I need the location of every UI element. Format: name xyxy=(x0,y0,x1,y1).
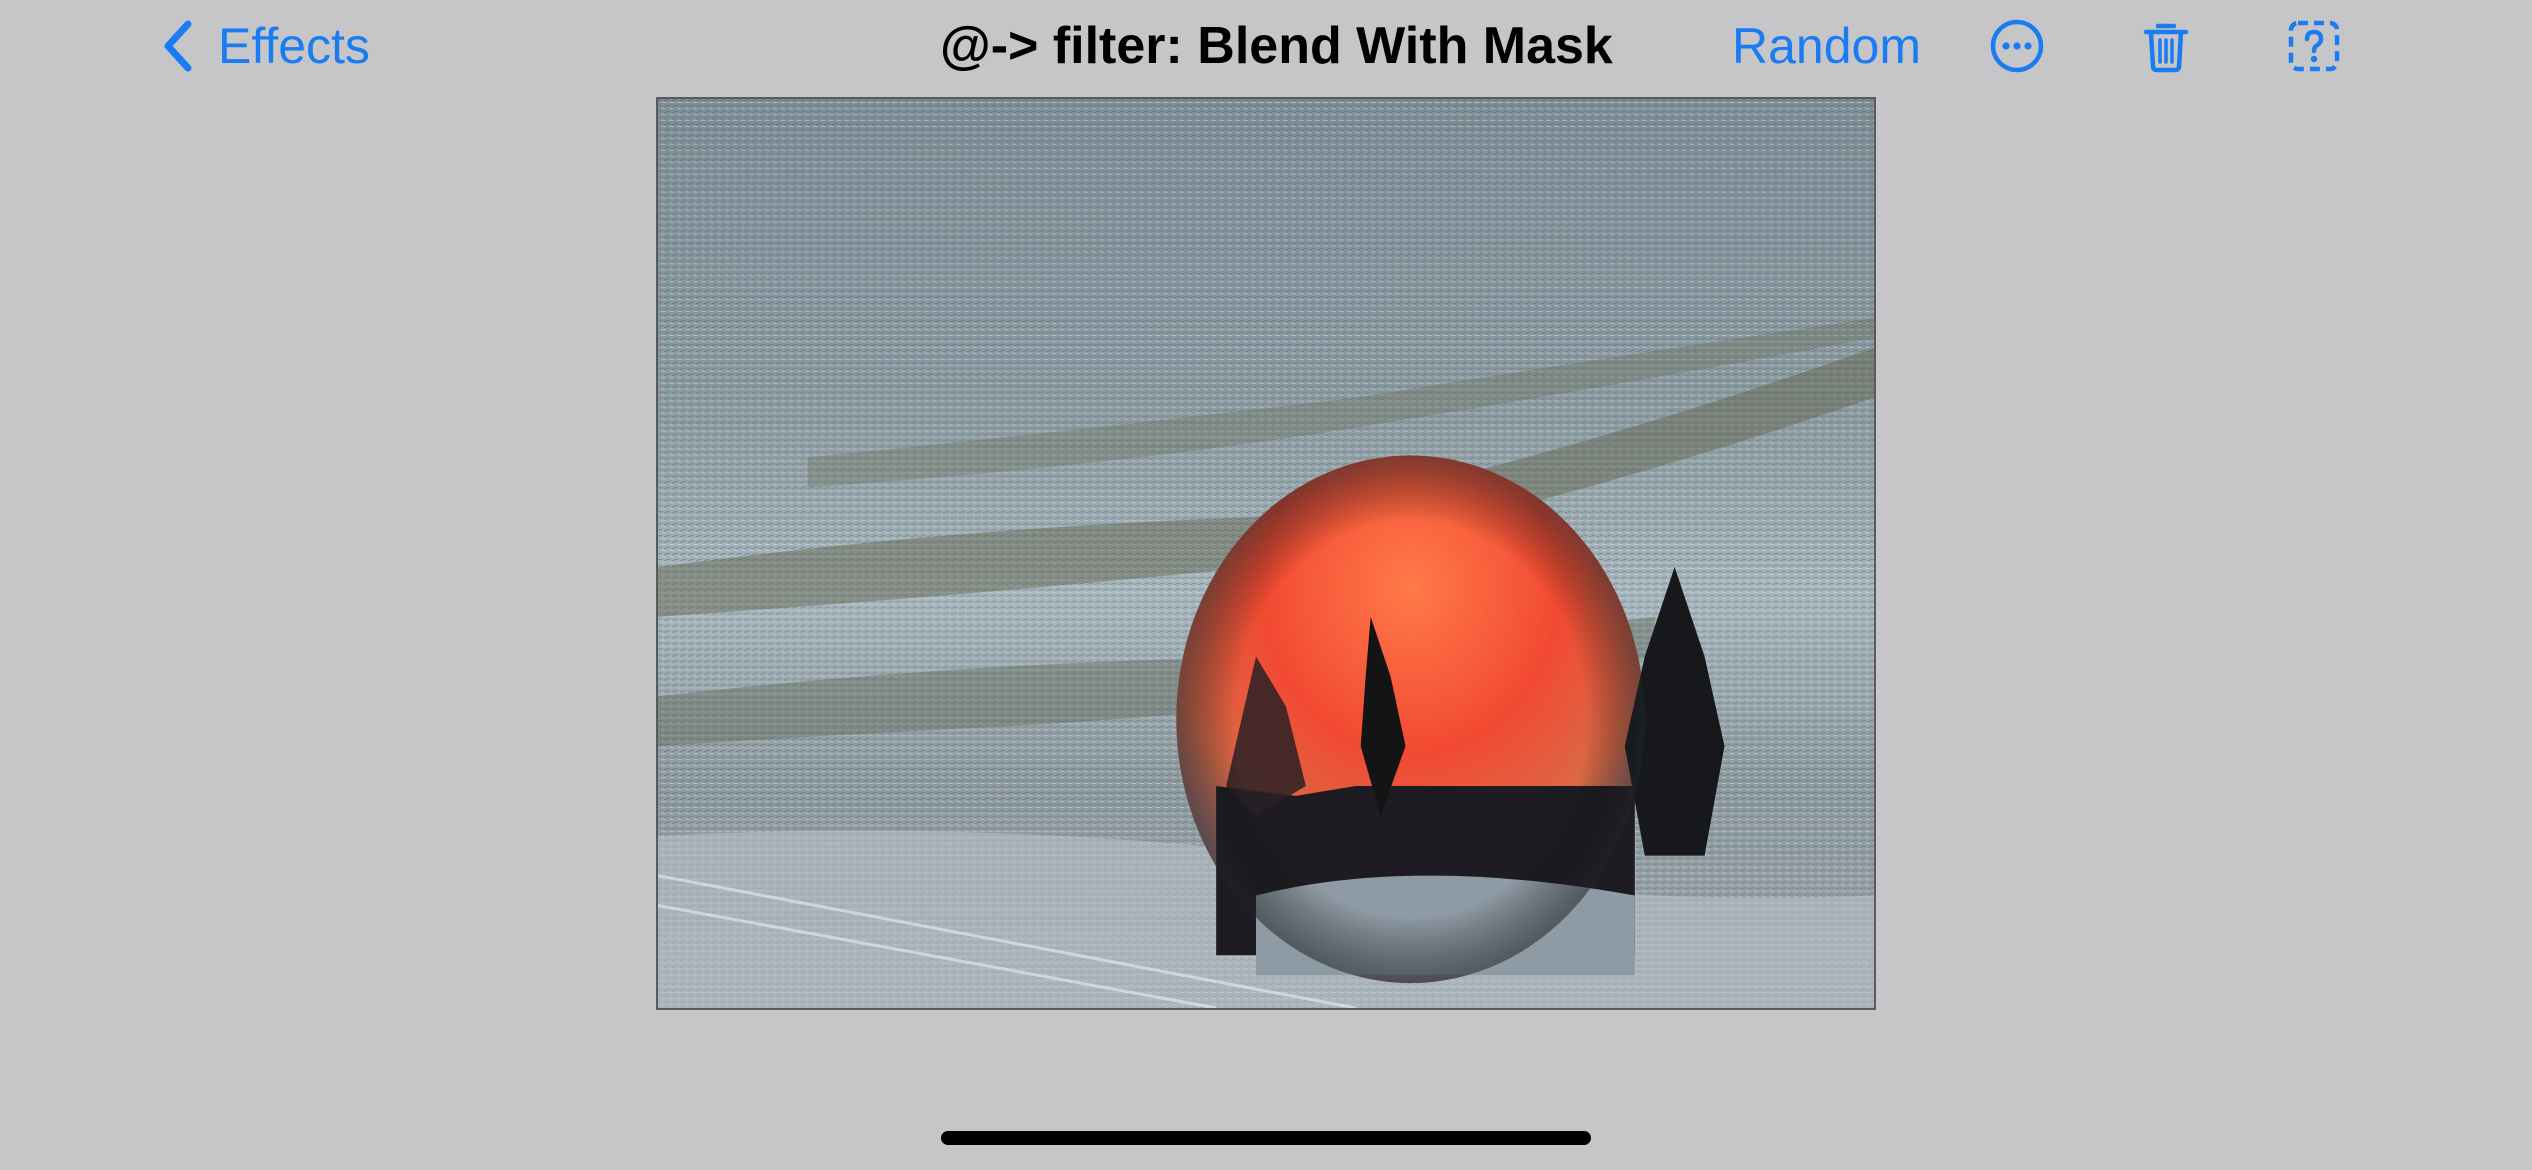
home-indicator[interactable] xyxy=(941,1131,1591,1145)
help-button[interactable] xyxy=(2282,14,2346,78)
more-options-button[interactable] xyxy=(1985,14,2049,78)
back-button-label: Effects xyxy=(218,18,370,74)
filtered-photo xyxy=(658,99,1874,1008)
chevron-left-icon xyxy=(164,20,192,72)
back-button[interactable]: Effects xyxy=(160,14,370,78)
questionmark-dashed-square-icon xyxy=(2288,20,2340,72)
filtered-image-preview[interactable] xyxy=(656,97,1876,1010)
trash-icon xyxy=(2143,23,2189,73)
ellipsis-circle-icon xyxy=(1990,19,2044,73)
delete-button[interactable] xyxy=(2134,14,2198,78)
random-button[interactable]: Random xyxy=(1732,14,1921,78)
page-title: @-> filter: Blend With Mask xyxy=(940,17,1613,75)
navigation-bar: Effects @-> filter: Blend With Mask Rand… xyxy=(0,0,2532,92)
